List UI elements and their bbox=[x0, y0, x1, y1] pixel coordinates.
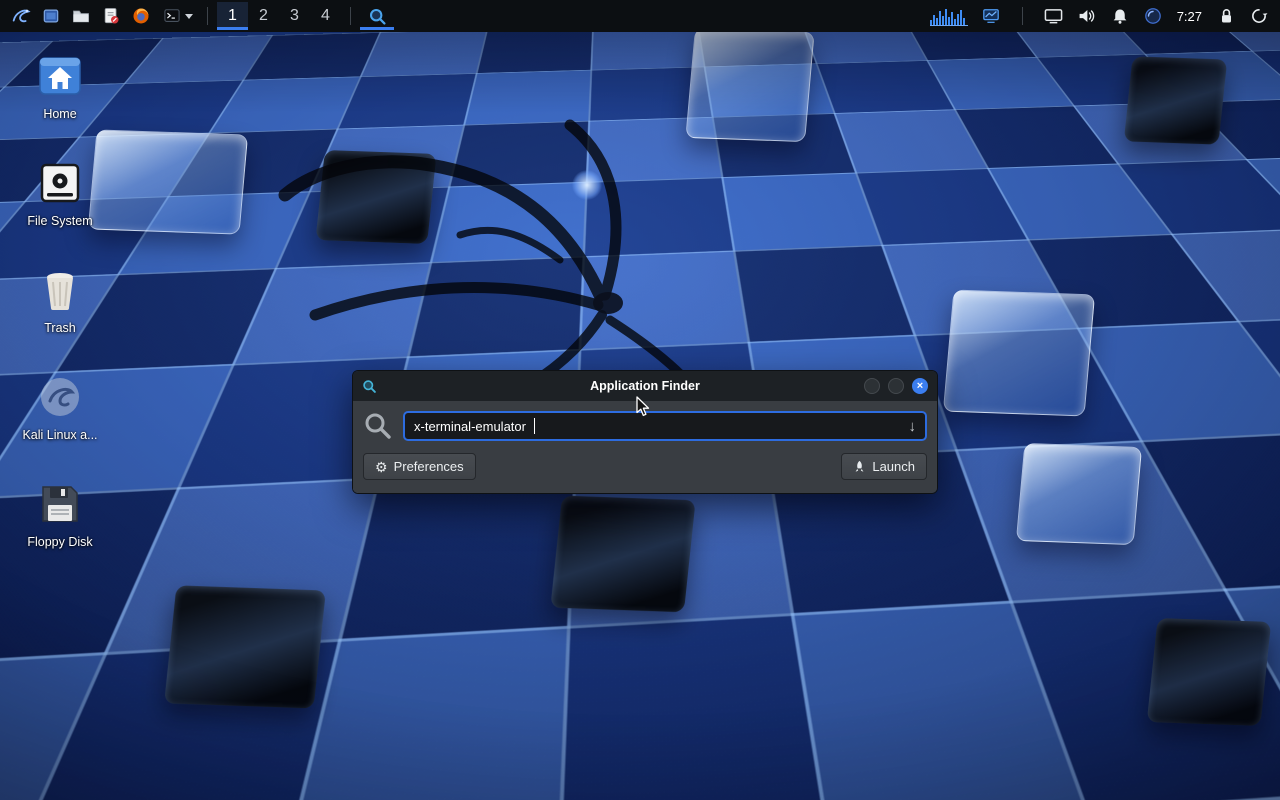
search-query-text: x-terminal-emulator bbox=[414, 419, 526, 434]
dropdown-arrow-icon[interactable]: ↓ bbox=[909, 419, 917, 434]
chevron-down-icon bbox=[185, 14, 193, 19]
preferences-button-label: Preferences bbox=[394, 459, 464, 474]
file-system-icon bbox=[36, 159, 84, 207]
volume-icon[interactable] bbox=[1076, 5, 1098, 27]
search-icon bbox=[363, 411, 393, 441]
launch-button-label: Launch bbox=[872, 459, 915, 474]
preferences-button[interactable]: ⚙ Preferences bbox=[363, 453, 476, 480]
search-icon bbox=[368, 7, 387, 26]
app-finder-task-button[interactable] bbox=[360, 2, 394, 30]
activity-bars-icon bbox=[930, 6, 968, 26]
kali-docs-icon bbox=[36, 373, 84, 421]
text-editor-launcher[interactable] bbox=[96, 2, 126, 30]
desktop-icon-floppy-disk[interactable]: Floppy Disk bbox=[12, 480, 108, 549]
workspace-1-button[interactable]: 1 bbox=[217, 2, 248, 30]
logout-arrow-icon bbox=[1250, 7, 1268, 25]
padlock-icon bbox=[1218, 7, 1235, 25]
panel-separator bbox=[207, 7, 208, 25]
bell-icon bbox=[1111, 7, 1129, 25]
desktop-icon-column: Home File System Trash bbox=[12, 52, 108, 549]
dark-cube bbox=[1124, 56, 1228, 144]
desktop-icon-label: Kali Linux a... bbox=[22, 428, 97, 442]
dark-cube bbox=[1147, 618, 1272, 726]
desktop: 1 2 3 4 bbox=[0, 0, 1280, 800]
desktop-icon-label: File System bbox=[27, 214, 92, 228]
log-out-icon[interactable] bbox=[1248, 5, 1270, 27]
firefox-launcher[interactable] bbox=[126, 2, 156, 30]
updates-icon[interactable] bbox=[1142, 5, 1164, 27]
launch-icon bbox=[853, 460, 866, 473]
system-tray: 7:27 bbox=[929, 5, 1274, 27]
panel-separator bbox=[350, 7, 351, 25]
dark-cube bbox=[550, 496, 695, 613]
top-panel: 1 2 3 4 bbox=[0, 0, 1280, 32]
panel-separator bbox=[1022, 7, 1023, 25]
dark-cube bbox=[164, 585, 326, 708]
terminal-icon bbox=[162, 6, 182, 26]
workspace-3-button[interactable]: 3 bbox=[279, 2, 310, 30]
maximize-button[interactable] bbox=[888, 378, 904, 394]
desktop-icon-home[interactable]: Home bbox=[12, 52, 108, 121]
system-monitor-icon[interactable] bbox=[980, 5, 1002, 27]
text-editor-icon bbox=[101, 6, 121, 26]
firefox-icon bbox=[131, 6, 151, 26]
notifications-icon[interactable] bbox=[1109, 5, 1131, 27]
desktop-icon-label: Home bbox=[43, 107, 76, 121]
lock-screen-icon[interactable] bbox=[1215, 5, 1237, 27]
window-buttons-launcher[interactable] bbox=[36, 2, 66, 30]
launch-button[interactable]: Launch bbox=[841, 453, 927, 480]
clock[interactable]: 7:27 bbox=[1175, 9, 1204, 24]
trash-icon bbox=[36, 266, 84, 314]
gear-icon: ⚙ bbox=[375, 460, 388, 474]
light-glint bbox=[572, 170, 602, 200]
window-title: Application Finder bbox=[353, 379, 937, 393]
folder-icon bbox=[71, 6, 91, 26]
close-button[interactable]: × bbox=[912, 378, 928, 394]
monitor-icon bbox=[982, 7, 1000, 25]
terminal-launcher[interactable] bbox=[156, 2, 198, 30]
disc-icon bbox=[1144, 7, 1162, 25]
network-activity-graph[interactable] bbox=[929, 5, 969, 27]
mouse-cursor bbox=[636, 396, 651, 417]
display-icon-glyph bbox=[1044, 8, 1063, 24]
display-icon[interactable] bbox=[1043, 5, 1065, 27]
home-icon bbox=[36, 52, 84, 100]
glass-cube bbox=[1016, 443, 1142, 545]
window-controls: × bbox=[864, 378, 928, 394]
workspace-2-button[interactable]: 2 bbox=[248, 2, 279, 30]
desktop-icon-file-system[interactable]: File System bbox=[12, 159, 108, 228]
text-caret bbox=[534, 418, 535, 434]
glass-cube bbox=[88, 129, 248, 234]
desktop-icon-kali-docs[interactable]: Kali Linux a... bbox=[12, 373, 108, 442]
desktop-icon-trash[interactable]: Trash bbox=[12, 266, 108, 335]
floppy-disk-icon bbox=[36, 480, 84, 528]
workspace-4-button[interactable]: 4 bbox=[310, 2, 341, 30]
glass-cube bbox=[943, 290, 1095, 417]
application-finder-window: Application Finder × x-terminal-emulator… bbox=[352, 370, 938, 494]
search-input[interactable]: x-terminal-emulator ↓ bbox=[403, 411, 927, 441]
desktop-icon-label: Floppy Disk bbox=[27, 535, 92, 549]
kali-logo-icon bbox=[10, 5, 32, 27]
window-icon bbox=[41, 6, 61, 26]
desktop-icon-label: Trash bbox=[44, 321, 76, 335]
minimize-button[interactable] bbox=[864, 378, 880, 394]
kali-menu-button[interactable] bbox=[6, 2, 36, 30]
speaker-icon bbox=[1077, 7, 1096, 25]
file-manager-launcher[interactable] bbox=[66, 2, 96, 30]
